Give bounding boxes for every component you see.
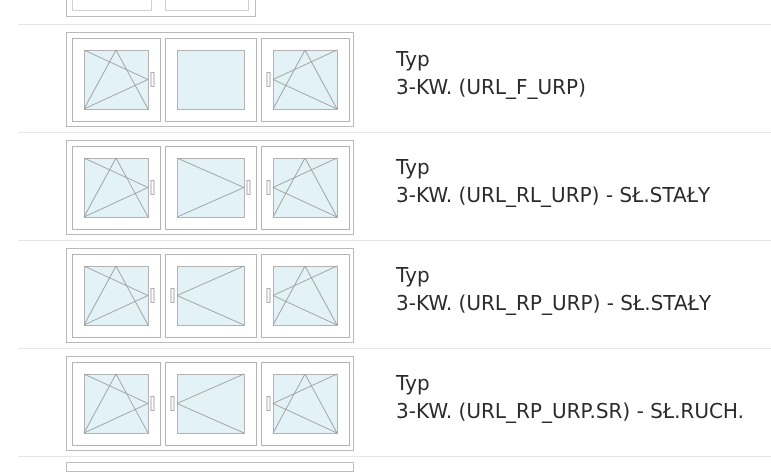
glass-pane <box>84 158 149 218</box>
partial-sash <box>72 0 152 11</box>
glass-pane <box>177 374 245 434</box>
glass-pane <box>177 158 245 218</box>
type-label: Typ <box>396 47 430 71</box>
partial-window-thumbnail-bottom <box>66 462 354 472</box>
window-type-info: Typ 3-KW. (URL_RP_URP) - SŁ.STAŁY <box>396 261 711 317</box>
window-type-row[interactable]: Typ 3-KW. (URL_RL_URP) - SŁ.STAŁY <box>0 133 771 240</box>
window-type-row[interactable]: Typ 3-KW. (URL_RP_URP) - SŁ.STAŁY <box>0 241 771 348</box>
window-thumbnail <box>66 32 354 127</box>
handle-icon <box>150 288 155 303</box>
handle-icon <box>266 180 271 195</box>
glass-pane <box>273 50 338 110</box>
handle-icon <box>266 288 271 303</box>
glass-pane <box>84 266 149 326</box>
glass-pane <box>273 266 338 326</box>
row-divider <box>18 456 771 457</box>
partial-window-thumbnail-top <box>66 0 256 17</box>
type-value: 3-KW. (URL_RP_URP.SR) - SŁ.RUCH. <box>396 399 744 423</box>
glass-pane <box>273 158 338 218</box>
partial-sash <box>165 0 249 11</box>
window-type-row[interactable]: Typ 3-KW. (URL_F_URP) <box>0 25 771 132</box>
glass-pane <box>177 266 245 326</box>
type-value: 3-KW. (URL_F_URP) <box>396 75 586 99</box>
glass-pane <box>84 374 149 434</box>
handle-icon <box>150 72 155 87</box>
type-value: 3-KW. (URL_RL_URP) - SŁ.STAŁY <box>396 183 711 207</box>
handle-icon <box>266 72 271 87</box>
handle-icon <box>266 396 271 411</box>
handle-icon <box>170 288 175 303</box>
window-type-row[interactable]: Typ 3-KW. (URL_RP_URP.SR) - SŁ.RUCH. <box>0 349 771 456</box>
handle-icon <box>150 396 155 411</box>
glass-pane <box>273 374 338 434</box>
handle-icon <box>150 180 155 195</box>
type-label: Typ <box>396 263 430 287</box>
type-label: Typ <box>396 371 430 395</box>
window-thumbnail <box>66 140 354 235</box>
type-value: 3-KW. (URL_RP_URP) - SŁ.STAŁY <box>396 291 712 315</box>
window-type-info: Typ 3-KW. (URL_F_URP) <box>396 45 586 101</box>
handle-icon <box>246 180 251 195</box>
window-thumbnail <box>66 356 354 451</box>
window-type-info: Typ 3-KW. (URL_RL_URP) - SŁ.STAŁY <box>396 153 710 209</box>
type-label: Typ <box>396 155 430 179</box>
window-thumbnail <box>66 248 354 343</box>
handle-icon <box>170 396 175 411</box>
glass-pane <box>177 50 245 110</box>
glass-pane <box>84 50 149 110</box>
window-type-info: Typ 3-KW. (URL_RP_URP.SR) - SŁ.RUCH. <box>396 369 744 425</box>
